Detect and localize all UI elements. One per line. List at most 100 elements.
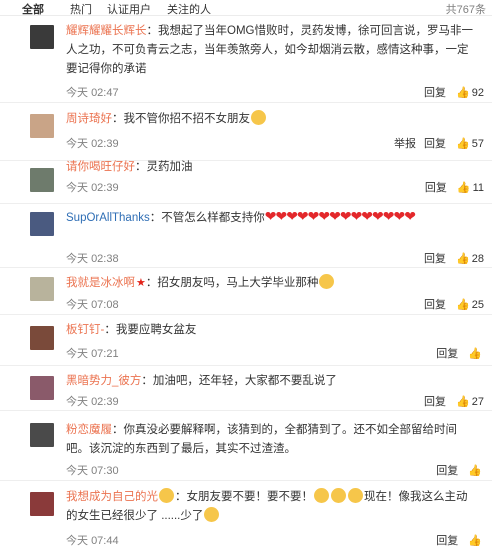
face-emoji-icon — [331, 488, 346, 503]
comment-item: 耀辉耀耀长辉长：我想起了当年OMG惜败时，灵药发博，徐可回言说，罗马非一人之功，… — [0, 17, 492, 103]
comment-body: SupOrAllThanks：不管怎么样都支持你❤❤❤❤❤❤❤❤❤❤❤❤❤❤ — [66, 207, 478, 228]
avatar[interactable] — [30, 212, 54, 236]
fire-emoji-icon — [159, 488, 174, 503]
comment-actions: 回复 👍 92 — [424, 84, 484, 100]
comment-body: 周诗琦好：我不管你招不招不女朋友 — [66, 110, 478, 129]
comment-time: 07:44 — [91, 535, 119, 547]
comment-date: 今天 — [66, 253, 88, 265]
thumbs-up-icon[interactable]: 👍 — [468, 464, 482, 477]
avatar-image — [30, 277, 54, 301]
happy-emoji-icon — [319, 274, 335, 289]
comment-time: 02:38 — [91, 253, 119, 265]
avatar[interactable] — [30, 25, 54, 49]
comment-timestamp: 今天 07:30 — [66, 462, 119, 478]
comment-date: 今天 — [66, 348, 88, 360]
comment-actions: 回复 👍 — [436, 345, 484, 361]
comment-body: 粉恋魔履：你真没必要解释啊，该猜到的，全都猜到了。还不如全部留给时间吧。该沉淀的… — [66, 421, 478, 459]
reply-button[interactable]: 回复 — [424, 396, 446, 408]
thumbs-up-icon[interactable]: 👍 — [457, 181, 471, 194]
comment-text: ：我不管你招不招不女朋友 — [112, 113, 250, 125]
comment-date: 今天 — [66, 299, 88, 311]
comment-time: 02:39 — [91, 396, 119, 408]
comment-timestamp: 今天 07:08 — [66, 296, 119, 312]
comment-item: 请你喝旺仔好：灵药加油 今天 02:39 回复 👍 11 — [0, 161, 492, 204]
thumbs-up-icon[interactable]: 👍 — [456, 137, 470, 150]
comment-username[interactable]: SupOrAllThanks — [66, 212, 150, 224]
thumbs-up-icon[interactable]: 👍 — [456, 252, 470, 265]
face-emoji-icon — [204, 507, 220, 522]
comment-body: 板钉钉-：我要应聘女盆友 — [66, 321, 478, 340]
comment-date: 今天 — [66, 182, 88, 194]
comment-actions: 举报 回复 👍 57 — [394, 135, 484, 151]
filter-tab-following[interactable]: 关注的人 — [167, 1, 211, 17]
like-count: 25 — [471, 299, 484, 311]
comment-username[interactable]: 周诗琦好 — [66, 113, 112, 125]
comment-actions: 回复 👍 — [436, 462, 484, 478]
avatar[interactable] — [30, 423, 54, 447]
comment-username[interactable]: 板钉钉- — [66, 324, 104, 336]
comment-text: ：女朋友要不要！要不要！ — [175, 491, 313, 503]
comment-date: 今天 — [66, 138, 88, 150]
avatar[interactable] — [30, 168, 54, 192]
thumbs-up-icon[interactable]: 👍 — [456, 395, 470, 408]
like-count: 92 — [471, 87, 484, 99]
comment-item: 黑暗势力_彼方：加油吧，还年轻，大家都不要乱说了 今天 02:39 回复 👍 27 — [0, 367, 492, 411]
comment-body: 我想成为自己的光 ：女朋友要不要！要不要！ 现在！像我这么主动的女生已经很少了 ..… — [66, 488, 478, 526]
grin-emoji-icon — [251, 110, 266, 125]
comment-date: 今天 — [66, 465, 88, 477]
avatar-image — [30, 168, 54, 192]
reply-button[interactable]: 回复 — [425, 182, 447, 194]
avatar-image — [30, 376, 54, 400]
thumbs-up-icon[interactable]: 👍 — [468, 534, 482, 547]
avatar[interactable] — [30, 277, 54, 301]
reply-button[interactable]: 回复 — [424, 299, 446, 311]
comment-username[interactable]: 我想成为自己的光 — [66, 491, 158, 503]
comment-username[interactable]: 粉恋魔履 — [66, 424, 112, 436]
comment-actions: 回复 👍 27 — [424, 393, 484, 409]
face-emoji-icon — [314, 488, 329, 503]
comment-timestamp: 今天 02:39 — [66, 179, 119, 195]
comment-body: 我就是冰冰啊★：招女朋友吗，马上大学毕业那种 — [66, 274, 478, 293]
filter-tab-hot[interactable]: 热门 — [70, 1, 92, 17]
thumbs-up-icon[interactable]: 👍 — [456, 86, 470, 99]
filter-tab-verified[interactable]: 认证用户 — [107, 1, 151, 17]
comment-username[interactable]: 耀辉耀耀长辉长 — [66, 25, 147, 37]
reply-button[interactable]: 回复 — [436, 348, 458, 360]
comment-time: 02:39 — [91, 138, 119, 150]
comment-text: ：你真没必要解释啊，该猜到的，全都猜到了。还不如全部留给时间吧。该沉淀的东西到了… — [66, 424, 457, 455]
comment-text: ：招女朋友吗，马上大学毕业那种 — [145, 277, 319, 289]
comment-timestamp: 今天 07:44 — [66, 532, 119, 547]
reply-button[interactable]: 回复 — [424, 87, 446, 99]
reply-button[interactable]: 回复 — [436, 465, 458, 477]
comment-text: ：不管怎么样都支持你 — [149, 212, 265, 224]
report-button[interactable]: 举报 — [394, 138, 416, 150]
avatar[interactable] — [30, 492, 54, 516]
comment-text: ：灵药加油 — [135, 161, 193, 173]
reply-button[interactable]: 回复 — [424, 253, 446, 265]
comment-username[interactable]: 请你喝旺仔好 — [66, 161, 135, 173]
comment-time: 02:39 — [91, 182, 119, 194]
reply-button[interactable]: 回复 — [424, 138, 446, 150]
comment-time: 07:21 — [91, 348, 119, 360]
comment-text: ：加油吧，还年轻，大家都不要乱说了 — [141, 375, 337, 387]
comment-actions: 回复 👍 25 — [424, 296, 484, 312]
filter-tab-all[interactable]: 全部 — [22, 1, 44, 17]
avatar[interactable] — [30, 376, 54, 400]
thumbs-up-icon[interactable]: 👍 — [456, 298, 470, 311]
like-count: 28 — [471, 253, 484, 265]
comment-username[interactable]: 我就是冰冰啊 — [66, 277, 135, 289]
comment-date: 今天 — [66, 396, 88, 408]
reply-button[interactable]: 回复 — [436, 535, 458, 547]
avatar-image — [30, 492, 54, 516]
comment-body: 请你喝旺仔好：灵药加油 — [66, 158, 478, 177]
comment-timestamp: 今天 07:21 — [66, 345, 119, 361]
comment-actions: 回复 👍 28 — [424, 250, 484, 266]
avatar[interactable] — [30, 114, 54, 138]
comment-username[interactable]: 黑暗势力_彼方 — [66, 375, 141, 387]
avatar[interactable] — [30, 326, 54, 350]
like-count: 27 — [471, 396, 484, 408]
comment-time: 07:08 — [91, 299, 119, 311]
comment-item: 我想成为自己的光 ：女朋友要不要！要不要！ 现在！像我这么主动的女生已经很少了 ..… — [0, 482, 492, 547]
comment-time: 07:30 — [91, 465, 119, 477]
thumbs-up-icon[interactable]: 👍 — [468, 347, 482, 360]
